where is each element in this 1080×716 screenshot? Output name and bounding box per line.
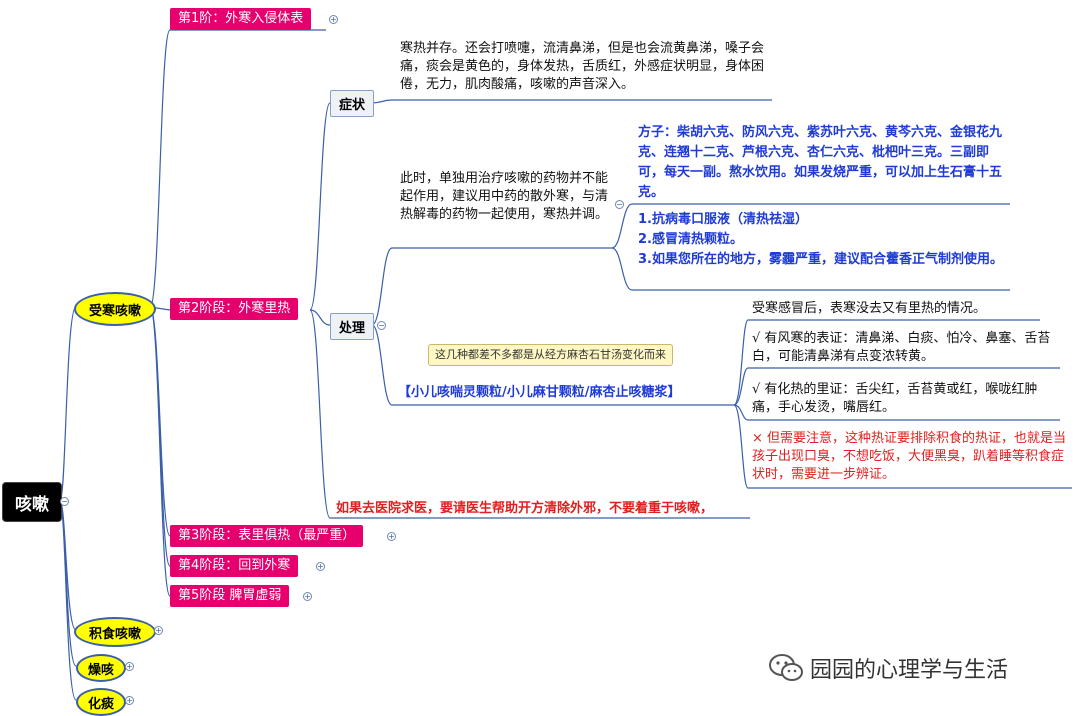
medicine-list: 1.抗病毒口服液（清热祛湿） 2.感冒清热颗粒。 3.如果您所在的地方，雾霾严重…: [638, 210, 1008, 270]
treatment-node[interactable]: 处理: [330, 313, 374, 340]
warning-note: × 但需要注意，这种热证要排除积食的热证，也就是当孩子出现口臭，不想吃饭，大便黑…: [752, 431, 1067, 482]
wechat-icon: [769, 654, 803, 681]
watermark-text: 园园的心理学与生活: [810, 658, 1009, 683]
treatment-text: 此时，单独用治疗咳嗽的药物并不能起作用，建议用中药的散外寒，与清热解毒的药物一起…: [400, 171, 609, 222]
expand-icon[interactable]: +: [329, 15, 338, 24]
expand-icon[interactable]: +: [125, 696, 134, 705]
stage-5[interactable]: 第5阶段 脾胃虚弱: [170, 585, 290, 607]
medicine-item: 1.抗病毒口服液（清热祛湿）: [638, 212, 808, 227]
granules-text: 【小儿咳喘灵颗粒/小儿麻甘颗粒/麻杏止咳糖浆】: [398, 385, 681, 400]
category-food-cough[interactable]: 积食咳嗽: [74, 617, 156, 647]
collapse-icon[interactable]: −: [615, 200, 624, 209]
stage-2[interactable]: 第2阶段：外寒里热: [170, 298, 299, 320]
prescription-text: 方子：柴胡六克、防风六克、紫苏叶六克、黄芩六克、金银花九克、连翘十二克、芦根六克…: [638, 125, 1003, 200]
expand-icon[interactable]: +: [316, 562, 325, 571]
expand-icon[interactable]: +: [154, 626, 163, 635]
granule-note: √ 有风寒的表证：清鼻涕、白痰、怕冷、鼻塞、舌苔白，可能清鼻涕有点变浓转黄。: [752, 331, 1051, 364]
stage-3[interactable]: 第3阶段：表里俱热（最严重）: [170, 525, 364, 547]
category-cold-cough[interactable]: 受寒咳嗽: [74, 292, 156, 326]
expand-icon[interactable]: +: [387, 532, 396, 541]
hospital-note: 如果去医院求医，要请医生帮助开方清除外邪，不要着重于咳嗽，: [336, 501, 714, 516]
symptoms-node[interactable]: 症状: [330, 90, 374, 117]
medicine-item: 2.感冒清热颗粒。: [638, 232, 743, 247]
category-dry-cough[interactable]: 燥咳: [76, 654, 126, 682]
expand-icon[interactable]: +: [125, 662, 134, 671]
expand-icon[interactable]: +: [303, 592, 312, 601]
collapse-icon[interactable]: −: [60, 497, 69, 506]
granule-note: √ 有化热的里证：舌尖红，舌苔黄或红，喉咙红肿痛，手心发烫，嘴唇红。: [752, 382, 1038, 415]
stage-1[interactable]: 第1阶：外寒入侵体表: [170, 8, 312, 30]
category-phlegm[interactable]: 化痰: [76, 688, 126, 716]
root-node[interactable]: 咳嗽: [2, 482, 62, 522]
tooltip-note: 这几种都差不多都是从经方麻杏石甘汤变化而来: [428, 344, 673, 366]
granule-note: 受寒感冒后，表寒没去又有里热的情况。: [752, 301, 987, 316]
collapse-icon[interactable]: −: [377, 321, 386, 330]
watermark: 园园的心理学与生活: [768, 652, 1008, 684]
stage-4[interactable]: 第4阶段：回到外寒: [170, 555, 299, 577]
medicine-item: 3.如果您所在的地方，雾霾严重，建议配合藿香正气制剂使用。: [638, 252, 1003, 267]
symptoms-text: 寒热并存。还会打喷嚏，流清鼻涕，但是也会流黄鼻涕，嗓子会痛，痰会是黄色的，身体发…: [400, 41, 765, 92]
